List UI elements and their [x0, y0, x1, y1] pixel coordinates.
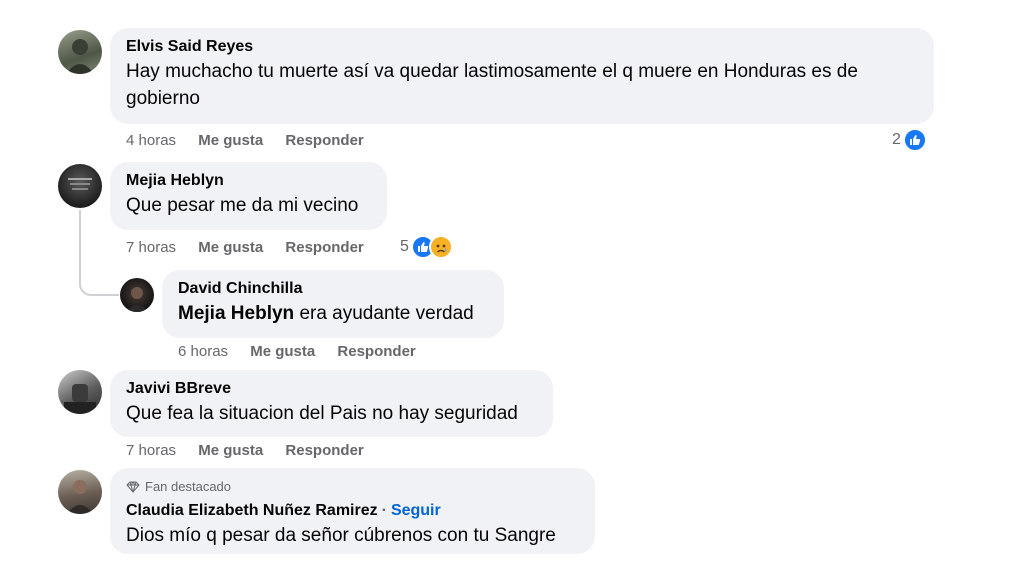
comment-author[interactable]: Claudia Elizabeth Nuñez Ramirez	[126, 502, 378, 519]
comment-time[interactable]: 7 horas	[126, 442, 176, 459]
reply-bubble: David Chinchilla Mejia Heblyn era ayudan…	[162, 270, 504, 338]
like-button[interactable]: Me gusta	[198, 239, 263, 256]
comment-bubble: Elvis Said Reyes Hay muchacho tu muerte …	[110, 28, 934, 124]
comment-text: Dios mío q pesar da señor cúbrenos con t…	[126, 525, 556, 546]
comment-time[interactable]: 4 horas	[126, 132, 176, 149]
comment-bubble: Mejia Heblyn Que pesar me da mi vecino	[110, 162, 387, 230]
avatar[interactable]	[120, 278, 154, 312]
reply-text: era ayudante verdad	[299, 303, 474, 324]
avatar[interactable]	[58, 470, 102, 514]
reply-button[interactable]: Responder	[285, 442, 363, 459]
like-button[interactable]: Me gusta	[250, 343, 315, 360]
separator: ·	[381, 502, 387, 519]
avatar[interactable]	[58, 30, 102, 74]
reaction-count: 2	[892, 131, 901, 148]
reply-button[interactable]: Responder	[285, 132, 363, 149]
comment-actions: 4 horas Me gusta Responder	[126, 131, 382, 151]
like-button[interactable]: Me gusta	[198, 442, 263, 459]
comment-text: Que fea la situacion del Pais no hay seg…	[126, 403, 518, 424]
mention-link[interactable]: Mejia Heblyn	[178, 303, 294, 324]
like-button[interactable]: Me gusta	[198, 132, 263, 149]
comment-actions: 6 horas Me gusta Responder	[178, 342, 434, 362]
follow-button[interactable]: Seguir	[391, 502, 441, 519]
comment-author[interactable]: David Chinchilla	[178, 278, 488, 300]
like-icon	[902, 128, 927, 152]
reaction-count: 5	[400, 238, 409, 255]
avatar[interactable]	[58, 164, 102, 208]
avatar[interactable]	[58, 370, 102, 414]
badge-label: Fan destacado	[145, 479, 232, 494]
sad-face-icon	[428, 235, 453, 259]
comment-bubble: Javivi BBreve Que fea la situacion del P…	[110, 370, 553, 437]
comment-author-line: Claudia Elizabeth Nuñez Ramirez · Seguir	[126, 500, 579, 522]
diamond-icon	[126, 481, 140, 493]
comment-time[interactable]: 6 horas	[178, 343, 228, 360]
comment-author[interactable]: Javivi BBreve	[126, 378, 537, 400]
comment-bubble: Fan destacado Claudia Elizabeth Nuñez Ra…	[110, 468, 595, 554]
reaction-summary[interactable]: 5	[400, 235, 453, 259]
reaction-summary[interactable]: 2	[892, 128, 927, 152]
comment-text: Que pesar me da mi vecino	[126, 195, 359, 216]
comment-text: Mejia Heblyn era ayudante verdad	[178, 300, 488, 327]
comment-actions: 7 horas Me gusta Responder	[126, 441, 382, 461]
top-fan-badge: Fan destacado	[126, 478, 579, 496]
comment-time[interactable]: 7 horas	[126, 239, 176, 256]
comment-text: Hay muchacho tu muerte así va quedar las…	[126, 61, 858, 109]
comment-author[interactable]: Mejia Heblyn	[126, 170, 371, 192]
comment-author[interactable]: Elvis Said Reyes	[126, 36, 918, 58]
reply-button[interactable]: Responder	[337, 343, 415, 360]
comment-actions: 7 horas Me gusta Responder	[126, 238, 382, 258]
reply-button[interactable]: Responder	[285, 239, 363, 256]
